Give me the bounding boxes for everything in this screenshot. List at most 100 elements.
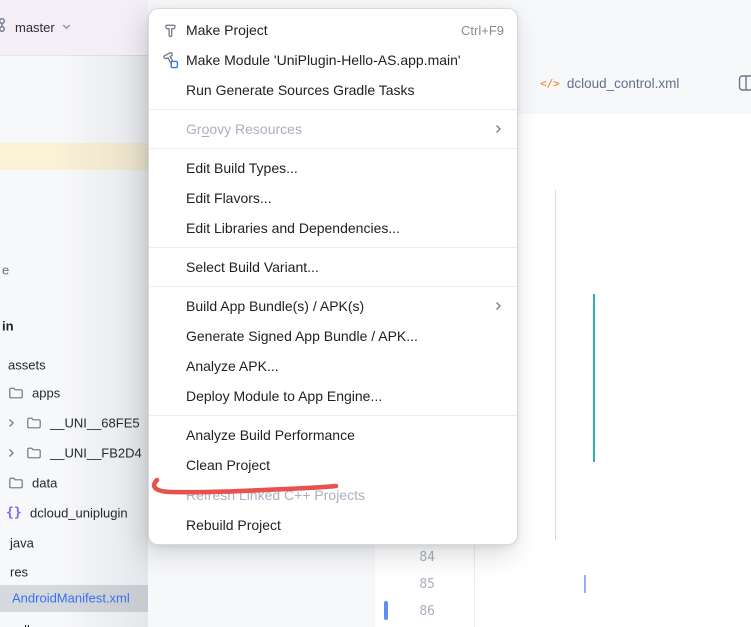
- menu-item-rebuild-project[interactable]: Rebuild Project: [149, 510, 517, 540]
- menu-item-label: Refresh Linked C++ Projects: [186, 487, 365, 503]
- menu-item-icon-placeholder: [161, 120, 179, 138]
- tab-dcloud-control-xml[interactable]: </> dcloud_control.xml: [518, 52, 679, 114]
- build-context-menu: Make Project Ctrl+F9Make Module 'UniPlugi…: [148, 8, 518, 545]
- menu-item-label: Make Project: [186, 22, 268, 38]
- tree-item-androidmanifest-xml[interactable]: AndroidManifest.xml: [0, 585, 148, 611]
- tree-item-res[interactable]: res: [0, 559, 148, 585]
- menu-separator: [149, 415, 517, 416]
- folder-icon: [26, 445, 42, 461]
- menu-separator: [149, 286, 517, 287]
- menu-item-make-project[interactable]: Make Project Ctrl+F9: [149, 15, 517, 45]
- menu-item-analyze-build-performance[interactable]: Analyze Build Performance: [149, 420, 517, 450]
- menu-item-label: Build App Bundle(s) / APK(s): [186, 298, 364, 314]
- vcs-toolbar: master: [0, 0, 148, 56]
- tree-item-label: in: [2, 319, 14, 334]
- menu-item-label: Make Module 'UniPlugin-Hello-AS.app.main…: [186, 52, 461, 68]
- tree-item-label: __UNI__68FE5: [50, 416, 140, 431]
- line-number: 86: [375, 598, 435, 625]
- menu-item-icon-placeholder: [161, 387, 179, 405]
- menu-item-icon-placeholder: [161, 516, 179, 534]
- tree-item-e[interactable]: e: [0, 257, 148, 283]
- tree-item-uni-fb2d4[interactable]: __UNI__FB2D4: [0, 440, 148, 466]
- tree-item-assets[interactable]: assets: [0, 352, 148, 378]
- menu-item-label: Rebuild Project: [186, 517, 281, 533]
- menu-item-clean-project[interactable]: Clean Project: [149, 450, 517, 480]
- menu-item-analyze-apk[interactable]: Analyze APK...: [149, 351, 517, 381]
- tree-item-label: assets: [8, 358, 46, 373]
- tree-item-label: dcloud_uniplugin: [30, 506, 128, 521]
- folder-icon: [8, 475, 24, 491]
- xml-file-icon: </>: [540, 77, 560, 90]
- menu-item-icon-placeholder: [161, 219, 179, 237]
- tree-item-uni-68fe5[interactable]: __UNI__68FE5: [0, 410, 148, 436]
- menu-item-icon-placeholder: [161, 297, 179, 315]
- tree-item-label: data: [32, 476, 57, 491]
- menu-item-edit-libraries-and-dependencies[interactable]: Edit Libraries and Dependencies...: [149, 213, 517, 243]
- menu-item-icon-placeholder: [161, 159, 179, 177]
- tree-expand-chevron-icon[interactable]: [5, 447, 17, 459]
- menu-item-run-generate-sources-gradle-tasks[interactable]: Run Generate Sources Gradle Tasks: [149, 75, 517, 105]
- menu-item-label: Edit Flavors...: [186, 190, 272, 206]
- tree-expand-chevron-icon[interactable]: [5, 417, 17, 429]
- menu-item-generate-signed-app-bundle-apk[interactable]: Generate Signed App Bundle / APK...: [149, 321, 517, 351]
- menu-item-make-module-uniplugin-hello-as-app-main[interactable]: Make Module 'UniPlugin-Hello-AS.app.main…: [149, 45, 517, 75]
- menu-item-edit-flavors[interactable]: Edit Flavors...: [149, 183, 517, 213]
- tree-item-label: gradle: [1, 623, 37, 627]
- menu-item-refresh-linked-c-projects: Refresh Linked C++ Projects: [149, 480, 517, 510]
- tree-item-label: res: [10, 565, 28, 580]
- tree-item-label: java: [10, 536, 34, 551]
- submenu-arrow-icon: [492, 300, 504, 312]
- tree-item-java[interactable]: java: [0, 530, 148, 556]
- tree-item-dcloud-uniplugin[interactable]: {} dcloud_uniplugin: [0, 500, 148, 526]
- menu-item-icon-placeholder: [161, 81, 179, 99]
- menu-item-label: Groovy Resources: [186, 121, 302, 137]
- tree-item-label: AndroidManifest.xml: [12, 591, 130, 606]
- hammer-module-icon: [161, 51, 179, 69]
- menu-item-label: Select Build Variant...: [186, 259, 319, 275]
- menu-item-label: Deploy Module to App Engine...: [186, 388, 382, 404]
- folder-icon: [26, 415, 42, 431]
- editor-toolbar: [518, 0, 751, 53]
- menu-item-icon-placeholder: [161, 486, 179, 504]
- menu-separator: [149, 109, 517, 110]
- menu-item-label: Clean Project: [186, 457, 270, 473]
- menu-separator: [149, 148, 517, 149]
- text-caret: [584, 575, 586, 593]
- tree-item-gradle[interactable]: gradle: [0, 617, 148, 627]
- menu-item-label: Edit Libraries and Dependencies...: [186, 220, 400, 236]
- menu-item-label: Analyze Build Performance: [186, 427, 355, 443]
- menu-item-select-build-variant[interactable]: Select Build Variant...: [149, 252, 517, 282]
- menu-item-edit-build-types[interactable]: Edit Build Types...: [149, 153, 517, 183]
- editor-split-icon[interactable]: [738, 74, 751, 97]
- menu-item-build-app-bundle-s-apk-s[interactable]: Build App Bundle(s) / APK(s): [149, 291, 517, 321]
- tree-item-in[interactable]: in: [0, 313, 148, 339]
- line-number: 85: [375, 571, 435, 598]
- menu-item-icon-placeholder: [161, 426, 179, 444]
- tree-item-data[interactable]: data: [0, 470, 148, 496]
- menu-item-label: Edit Build Types...: [186, 160, 298, 176]
- menu-item-icon-placeholder: [161, 357, 179, 375]
- branch-name[interactable]: master: [15, 20, 55, 35]
- project-tree-panel: e in assets apps __UNI__68FE5 __UNI__FB2D4dat…: [0, 55, 148, 627]
- menu-item-icon-placeholder: [161, 189, 179, 207]
- submenu-arrow-icon: [492, 123, 504, 135]
- tree-item-apps[interactable]: apps: [0, 380, 148, 406]
- menu-separator: [149, 247, 517, 248]
- menu-item-shortcut: Ctrl+F9: [461, 23, 504, 38]
- folder-icon: [8, 385, 24, 401]
- menu-item-icon-placeholder: [161, 258, 179, 276]
- chevron-down-icon[interactable]: [61, 19, 72, 37]
- tree-item-label: __UNI__FB2D4: [50, 446, 142, 461]
- indent-guide: [555, 190, 556, 540]
- menu-item-groovy-resources: Groovy Resources: [149, 114, 517, 144]
- menu-item-label: Generate Signed App Bundle / APK...: [186, 328, 418, 344]
- highlighted-row: [0, 143, 148, 170]
- git-branch-icon[interactable]: [0, 17, 10, 38]
- menu-item-deploy-module-to-app-engine[interactable]: Deploy Module to App Engine...: [149, 381, 517, 411]
- menu-item-label: Run Generate Sources Gradle Tasks: [186, 82, 415, 98]
- hammer-icon: [161, 21, 179, 39]
- menu-item-label: Analyze APK...: [186, 358, 279, 374]
- json-braces-icon: {}: [6, 506, 22, 521]
- tree-item-label: e: [2, 263, 9, 278]
- line-number: 84: [375, 544, 435, 571]
